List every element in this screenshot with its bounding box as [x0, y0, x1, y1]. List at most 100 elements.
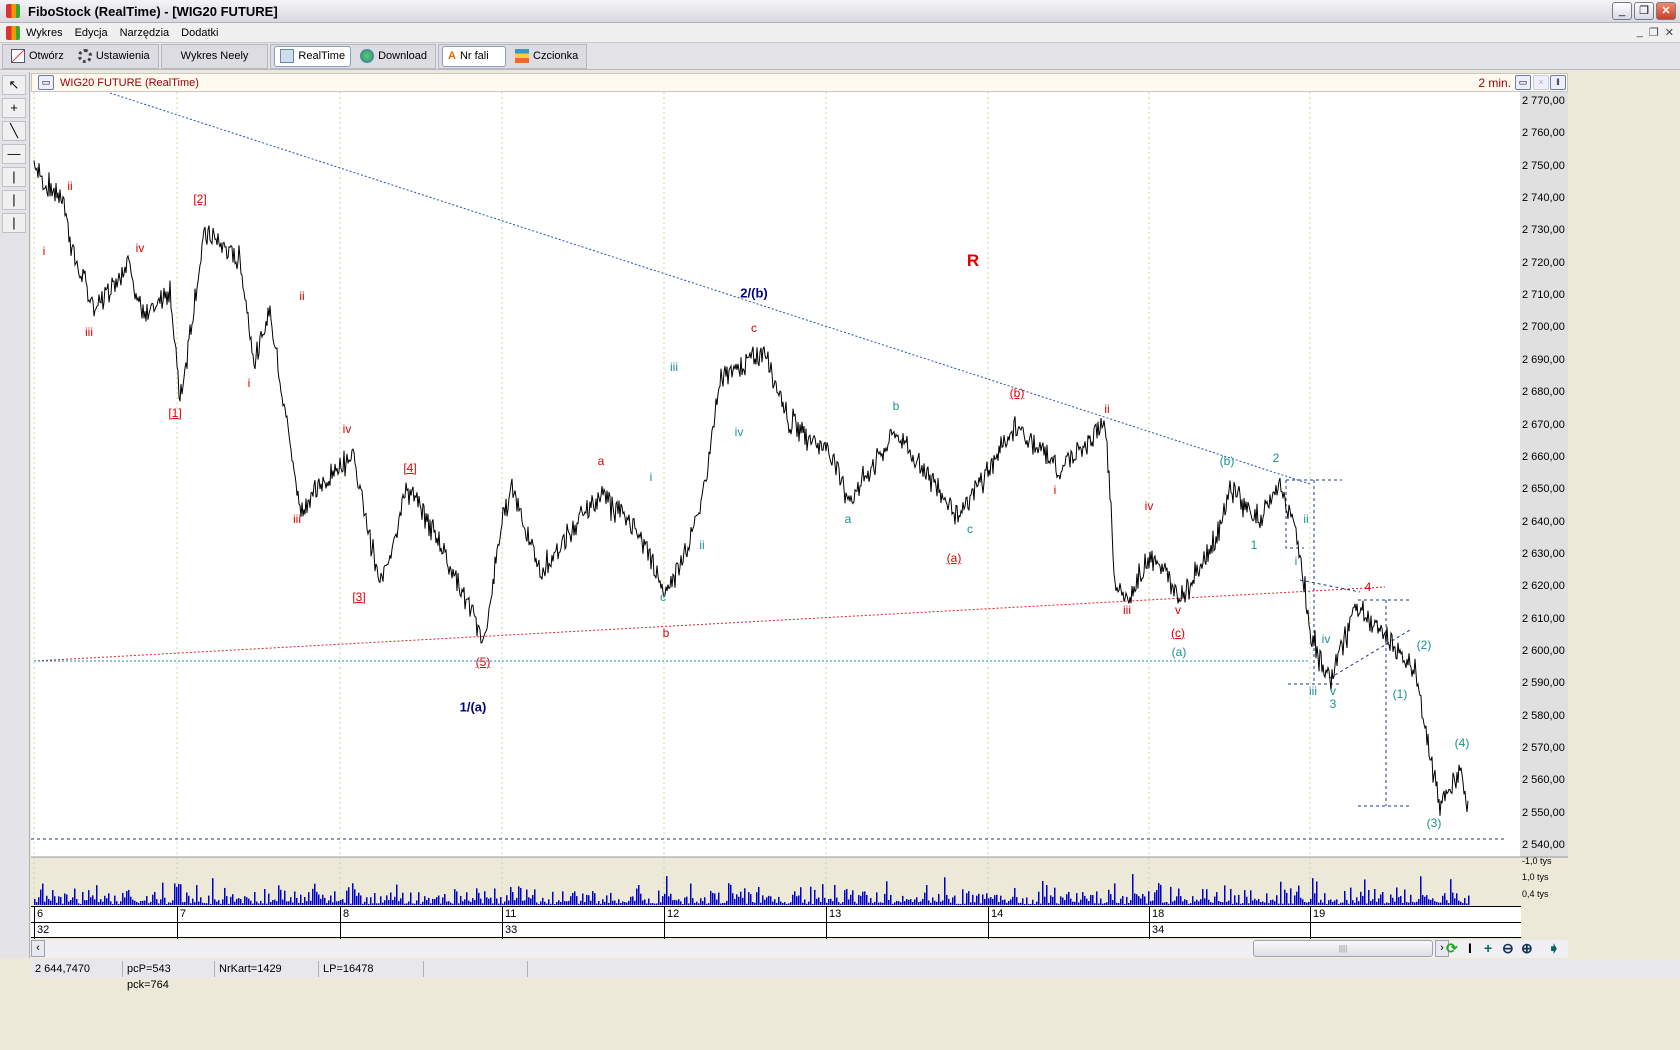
wave-label[interactable]: [3] — [352, 590, 365, 604]
volume-bar — [486, 897, 488, 905]
wave-label[interactable]: ii — [67, 179, 72, 193]
wave-label[interactable]: 1/(a) — [460, 699, 487, 714]
volume-bar — [1288, 903, 1290, 905]
volume-bar — [678, 899, 680, 905]
volume-bar — [576, 896, 578, 905]
wave-label[interactable]: [1] — [168, 406, 181, 420]
wave-label[interactable]: (a) — [947, 551, 962, 565]
wave-label[interactable]: v — [1330, 684, 1336, 698]
volume-bar — [466, 892, 468, 905]
add-icon[interactable]: + — [1484, 940, 1492, 956]
volume-bar — [420, 903, 422, 905]
wave-label[interactable]: i — [1295, 554, 1298, 568]
wave-label[interactable]: i — [1054, 483, 1057, 497]
wave-label[interactable]: (b) — [1220, 454, 1235, 468]
volume-bar — [1048, 902, 1050, 905]
wave-label[interactable]: 4 — [1365, 580, 1372, 594]
wave-label[interactable]: i — [650, 470, 653, 484]
volume-bar — [654, 903, 656, 905]
wave-label[interactable]: (b) — [1010, 386, 1025, 400]
wave-label[interactable]: iv — [1322, 632, 1331, 646]
wave-label[interactable]: (5) — [476, 655, 491, 669]
volume-bars — [34, 874, 1470, 905]
wave-label[interactable]: iii — [1123, 603, 1131, 617]
wave-label[interactable]: 1 — [1251, 538, 1258, 552]
wave-label[interactable]: iv — [343, 422, 352, 436]
volume-bar — [446, 901, 448, 905]
wave-label[interactable]: iii — [85, 325, 93, 339]
volume-bar — [744, 888, 746, 905]
wave-label[interactable]: iii — [1309, 684, 1317, 698]
wave-label[interactable]: b — [893, 399, 900, 413]
wave-label[interactable]: b — [663, 626, 670, 640]
wave-label[interactable]: ii — [1303, 512, 1308, 526]
wave-label[interactable]: iv — [136, 241, 145, 255]
wave-label[interactable]: i — [248, 376, 251, 390]
volume-bar — [710, 890, 712, 905]
volume-bar — [786, 903, 788, 905]
volume-bar — [900, 902, 902, 905]
volume-bar — [104, 895, 106, 905]
volume-bar — [992, 898, 994, 905]
wave-label[interactable]: (2) — [1417, 638, 1432, 652]
wave-label[interactable]: iii — [293, 512, 301, 526]
wave-label[interactable]: (4) — [1455, 736, 1470, 750]
volume-bar — [548, 899, 550, 905]
volume-bar — [1286, 892, 1288, 905]
wave-label[interactable]: (1) — [1393, 687, 1408, 701]
wave-label[interactable]: [2] — [193, 192, 206, 206]
volume-bar — [1094, 903, 1096, 905]
volume-bar — [756, 892, 758, 905]
volume-bar — [54, 896, 56, 905]
cursor-bar-icon[interactable]: I — [1468, 940, 1472, 956]
wave-label[interactable]: (a) — [1172, 645, 1187, 659]
volume-bar — [214, 899, 216, 905]
wave-label[interactable]: (3) — [1427, 816, 1442, 830]
volume-bar — [170, 902, 172, 905]
volume-bar — [728, 883, 730, 905]
zoom-in-icon[interactable]: ⊕ — [1521, 940, 1533, 957]
wave-label[interactable]: 3 — [1330, 697, 1337, 711]
volume-bar — [1012, 896, 1014, 905]
volume-bar — [1424, 896, 1426, 905]
volume-bar — [1408, 902, 1410, 905]
wave-label[interactable]: ii — [1104, 402, 1109, 416]
wave-label[interactable]: (c) — [1171, 626, 1185, 640]
volume-bar — [716, 899, 718, 905]
wave-label[interactable]: a — [845, 512, 852, 526]
volume-bar — [1382, 891, 1384, 905]
wave-label[interactable]: [4] — [403, 461, 416, 475]
wave-label[interactable]: iv — [1145, 499, 1154, 513]
horizontal-scrollbar[interactable]: ‹ |||| › — [31, 940, 1568, 958]
wave-label[interactable]: c — [660, 590, 666, 604]
refresh-icon[interactable]: ⟳ — [1446, 940, 1458, 957]
wave-label[interactable]: R — [967, 251, 979, 271]
volume-bar — [448, 901, 450, 905]
volume-bar — [360, 895, 362, 905]
volume-bar — [436, 897, 438, 905]
volume-bar — [208, 895, 210, 905]
volume-bar — [326, 903, 328, 905]
wave-label[interactable]: 2 — [1273, 451, 1280, 465]
wave-label[interactable]: 2/(b) — [740, 285, 767, 300]
scroll-left-button[interactable]: ‹ — [31, 940, 45, 957]
go-end-icon[interactable]: ➧ — [1548, 940, 1560, 957]
volume-bar — [1150, 901, 1152, 905]
volume-bar — [868, 902, 870, 905]
zoom-out-icon[interactable]: ⊖ — [1502, 940, 1514, 957]
scroll-thumb[interactable]: |||| — [1253, 940, 1433, 957]
volume-bar — [966, 893, 968, 905]
wave-label[interactable]: c — [967, 522, 973, 536]
wave-label[interactable]: c — [751, 321, 757, 335]
price-chart[interactable] — [0, 0, 1680, 940]
wave-label[interactable]: iii — [670, 360, 678, 374]
volume-bar — [946, 894, 948, 905]
wave-label[interactable]: a — [598, 454, 605, 468]
wave-label[interactable]: v — [1175, 603, 1181, 617]
wave-label[interactable]: i — [43, 244, 46, 258]
wave-label[interactable]: ii — [299, 289, 304, 303]
wave-label[interactable]: iv — [735, 425, 744, 439]
volume-bar — [968, 891, 970, 905]
wave-label[interactable]: ii — [699, 538, 704, 552]
volume-bar — [954, 895, 956, 905]
